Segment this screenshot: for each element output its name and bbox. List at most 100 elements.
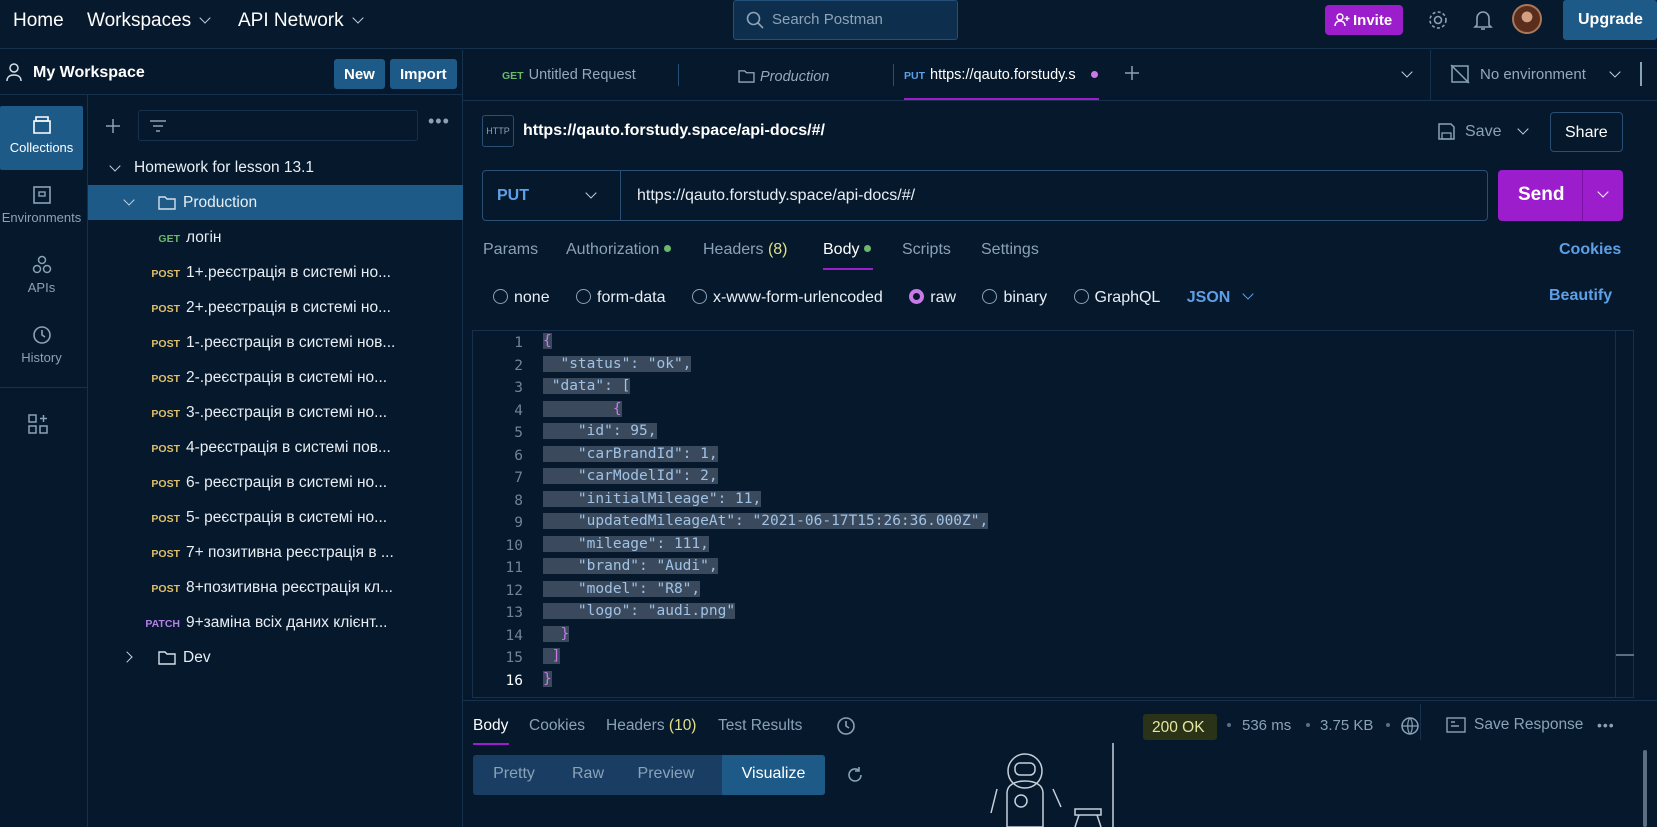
beautify-link[interactable]: Beautify bbox=[1549, 287, 1612, 305]
response-size[interactable]: 3.75 KB bbox=[1320, 717, 1373, 734]
workspace-name[interactable]: My Workspace bbox=[33, 64, 145, 82]
chevron-down-icon[interactable] bbox=[1597, 186, 1609, 198]
request-item[interactable]: POST 1+.реєстрація в системі но... bbox=[88, 255, 463, 290]
send-button[interactable]: Send bbox=[1498, 170, 1623, 221]
chevron-right-icon bbox=[121, 651, 133, 663]
radio-urlencoded[interactable]: x-www-form-urlencoded bbox=[691, 289, 883, 306]
request-item[interactable]: GET логін bbox=[88, 220, 463, 255]
gear-icon[interactable] bbox=[1427, 9, 1449, 31]
chevron-down-icon[interactable] bbox=[585, 187, 597, 199]
import-button[interactable]: Import bbox=[390, 59, 457, 89]
folder-dev[interactable]: Dev bbox=[88, 640, 463, 675]
request-item[interactable]: POST 2-.реєстрація в системі но... bbox=[88, 360, 463, 395]
tab-params[interactable]: Params bbox=[483, 241, 538, 259]
request-item[interactable]: POST 6- реєстрація в системі но... bbox=[88, 465, 463, 500]
response-divider bbox=[463, 700, 1657, 701]
tab-headers[interactable]: Headers (8) bbox=[703, 241, 788, 259]
radio-button bbox=[691, 289, 707, 304]
view-visualize[interactable]: Visualize bbox=[722, 755, 825, 795]
api-network-menu[interactable]: API Network bbox=[238, 10, 364, 32]
request-item[interactable]: POST 8+позитивна реєстрація кл... bbox=[88, 570, 463, 605]
request-item[interactable]: POST 4-реєстрація в системі пов... bbox=[88, 430, 463, 465]
separator-dot bbox=[1306, 723, 1310, 727]
share-button[interactable]: Share bbox=[1550, 112, 1623, 152]
method-selector[interactable]: PUT bbox=[497, 187, 529, 205]
more-options-icon[interactable]: ••• bbox=[1597, 717, 1615, 733]
chevron-down-icon[interactable] bbox=[1609, 66, 1621, 78]
view-pretty[interactable]: Pretty bbox=[473, 755, 555, 795]
request-item[interactable]: POST 5- реєстрація в системі но... bbox=[88, 500, 463, 535]
search-input[interactable]: Search Postman bbox=[733, 0, 958, 40]
line-number: 7 bbox=[514, 470, 523, 486]
refresh-icon[interactable] bbox=[845, 765, 865, 785]
rail-collections[interactable]: Collections bbox=[0, 106, 83, 170]
folder-icon bbox=[738, 70, 755, 83]
avatar[interactable] bbox=[1512, 4, 1542, 34]
rail-history[interactable]: History bbox=[0, 316, 83, 380]
radio-none[interactable]: none bbox=[493, 289, 550, 306]
line-number: 16 bbox=[505, 673, 523, 689]
radio-form-data[interactable]: form-data bbox=[576, 289, 666, 306]
bell-icon[interactable] bbox=[1473, 9, 1493, 31]
network-globe-icon[interactable] bbox=[1400, 716, 1420, 736]
radio-graphql[interactable]: GraphQL bbox=[1073, 289, 1160, 306]
request-item[interactable]: POST 2+.реєстрація в системі но... bbox=[88, 290, 463, 325]
response-tab-test-results[interactable]: Test Results bbox=[718, 717, 802, 735]
response-tab-body[interactable]: Body bbox=[473, 717, 508, 735]
plus-icon[interactable] bbox=[1124, 65, 1140, 81]
scrollbar-thumb[interactable] bbox=[1643, 750, 1647, 827]
chevron-down-icon bbox=[1517, 123, 1529, 135]
url-input[interactable]: https://qauto.forstudy.space/api-docs/#/ bbox=[637, 187, 915, 205]
response-time[interactable]: 536 ms bbox=[1242, 717, 1291, 734]
folder-production[interactable]: Production bbox=[88, 185, 463, 220]
workspace-header: My Workspace New Import bbox=[0, 50, 463, 95]
tab-authorization[interactable]: Authorization bbox=[566, 241, 672, 259]
tab-untitled-request[interactable]: GET Untitled Request bbox=[502, 67, 636, 83]
cookies-link[interactable]: Cookies bbox=[1559, 241, 1621, 259]
tab-body[interactable]: Body bbox=[823, 241, 872, 259]
configure-sidebar-icon[interactable] bbox=[27, 413, 49, 435]
request-item[interactable]: POST 1-.реєстрація в системі нов... bbox=[88, 325, 463, 360]
save-response-button[interactable]: Save Response bbox=[1474, 716, 1583, 734]
tab-put-request[interactable]: PUT https://qauto.forstudy.s bbox=[904, 67, 1078, 83]
scrollbar-thumb[interactable] bbox=[1616, 654, 1634, 656]
status-badge[interactable]: 200 OK bbox=[1143, 714, 1217, 740]
more-options-icon[interactable]: ••• bbox=[428, 111, 450, 132]
tab-scripts[interactable]: Scripts bbox=[902, 241, 951, 259]
request-item[interactable]: POST 7+ позитивна реєстрація в ... bbox=[88, 535, 463, 570]
view-raw[interactable]: Raw bbox=[555, 755, 621, 795]
format-selector[interactable]: JSON bbox=[1187, 288, 1255, 306]
chevron-down-icon[interactable] bbox=[1401, 66, 1413, 78]
code-editor[interactable]: 1 2 3 4 5 6 7 8 9 10 11 12 13 14 15 16 {… bbox=[472, 330, 1634, 698]
tab-settings[interactable]: Settings bbox=[981, 241, 1039, 259]
code-line: "mileage": 111, bbox=[543, 536, 709, 552]
request-title[interactable]: https://qauto.forstudy.space/api-docs/#/ bbox=[523, 122, 825, 140]
save-button[interactable]: Save bbox=[1437, 112, 1537, 152]
response-tab-cookies[interactable]: Cookies bbox=[529, 717, 585, 735]
request-item[interactable]: PATCH 9+заміна всіх даних клієнт... bbox=[88, 605, 463, 640]
response-tab-headers[interactable]: Headers (10) bbox=[606, 717, 696, 735]
environment-selector[interactable]: No environment bbox=[1480, 66, 1586, 83]
collection-row[interactable]: Homework for lesson 13.1 bbox=[88, 150, 463, 185]
home-link[interactable]: Home bbox=[13, 10, 64, 32]
new-button[interactable]: New bbox=[334, 59, 385, 89]
filter-icon bbox=[150, 120, 166, 132]
radio-raw[interactable]: raw bbox=[909, 289, 956, 306]
plus-icon[interactable] bbox=[105, 118, 121, 134]
request-item[interactable]: POST 3-.реєстрація в системі но... bbox=[88, 395, 463, 430]
line-number: 1 bbox=[514, 335, 523, 351]
workspaces-menu[interactable]: Workspaces bbox=[87, 10, 211, 32]
filter-input[interactable] bbox=[138, 110, 418, 141]
upgrade-button[interactable]: Upgrade bbox=[1563, 0, 1657, 40]
folder-icon bbox=[158, 651, 176, 665]
tab-production[interactable]: Production bbox=[738, 67, 829, 85]
rail-apis[interactable]: APIs bbox=[0, 246, 83, 310]
response-view-selector: Pretty Raw Preview Visualize bbox=[473, 755, 825, 795]
invite-button[interactable]: Invite bbox=[1325, 5, 1403, 35]
history-icon[interactable] bbox=[835, 715, 857, 737]
sidebar-toggle-icon[interactable] bbox=[1640, 62, 1642, 86]
chevron-down-icon bbox=[123, 194, 135, 206]
radio-binary[interactable]: binary bbox=[982, 289, 1047, 306]
view-preview[interactable]: Preview bbox=[621, 755, 711, 795]
rail-environments[interactable]: Environments bbox=[0, 176, 83, 240]
